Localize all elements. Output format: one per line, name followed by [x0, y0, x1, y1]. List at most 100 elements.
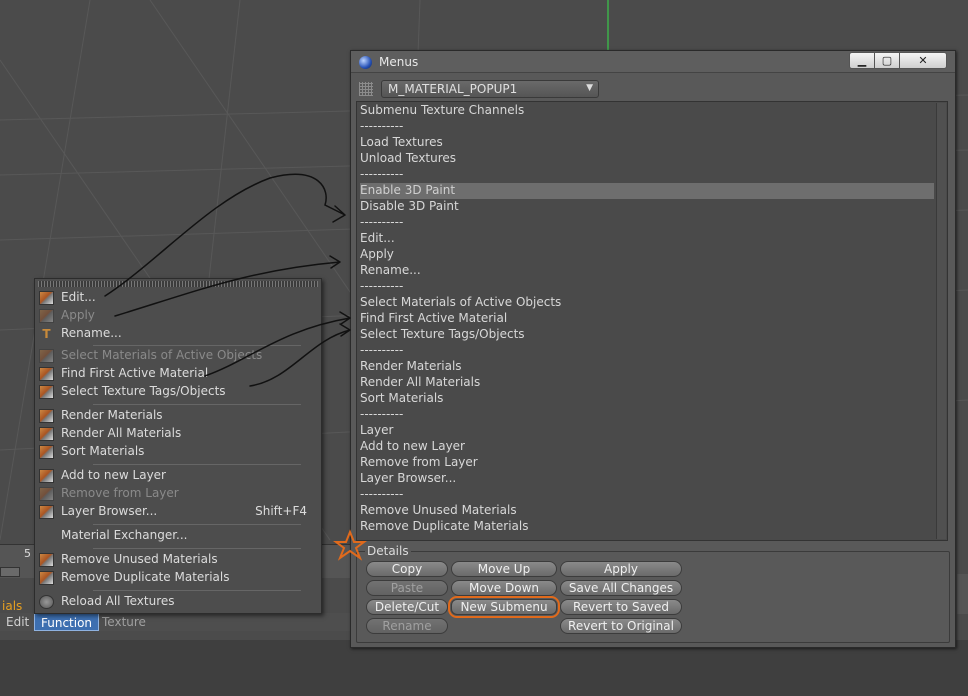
- menu-item-add-layer[interactable]: Add to new Layer: [35, 467, 321, 485]
- grid-icon[interactable]: [359, 82, 373, 96]
- menu-entry[interactable]: Sort Materials: [360, 391, 934, 407]
- function-popup-menu: Edit... Apply T Rename... Select Materia…: [34, 278, 322, 614]
- remove-layer-icon: [39, 487, 54, 501]
- menu-entry[interactable]: Add to new Layer: [360, 439, 934, 455]
- move-down-button[interactable]: Move Down: [451, 580, 557, 596]
- menu-entry[interactable]: ----------: [360, 343, 934, 359]
- select-texture-tags-icon: [39, 385, 54, 399]
- menu-item-remove-unused[interactable]: Remove Unused Materials: [35, 551, 321, 569]
- menu-selector-row: M_MATERIAL_POPUP1 ▼: [355, 79, 951, 99]
- render-materials-icon: [39, 409, 54, 423]
- menu-entry[interactable]: ----------: [360, 487, 934, 503]
- menu-entry[interactable]: Layer: [360, 423, 934, 439]
- revert-to-original-button[interactable]: Revert to Original: [560, 618, 682, 634]
- title-bar[interactable]: Menus ▁ ▢ ✕: [351, 51, 955, 73]
- menu-entry[interactable]: Edit...: [360, 231, 934, 247]
- menu-edit[interactable]: Edit: [0, 613, 35, 631]
- menu-item-select-materials[interactable]: Select Materials of Active Objects: [35, 347, 321, 365]
- reload-textures-icon: [39, 595, 54, 609]
- menu-entry[interactable]: Select Materials of Active Objects: [360, 295, 934, 311]
- menu-item-label: Edit...: [61, 290, 96, 304]
- menu-item-rename[interactable]: T Rename...: [35, 325, 321, 343]
- menu-item-render-all[interactable]: Render All Materials: [35, 425, 321, 443]
- frame-field[interactable]: [0, 567, 20, 577]
- menu-item-sort-materials[interactable]: Sort Materials: [35, 443, 321, 461]
- menu-entry[interactable]: Render All Materials: [360, 375, 934, 391]
- select-materials-icon: [39, 349, 54, 363]
- menu-item-remove-duplicate[interactable]: Remove Duplicate Materials: [35, 569, 321, 587]
- menu-entry[interactable]: Unload Textures: [360, 151, 934, 167]
- window-title: Menus: [379, 55, 419, 69]
- menu-texture[interactable]: Texture: [96, 613, 152, 631]
- menu-item-apply[interactable]: Apply: [35, 307, 321, 325]
- list-scrollbar[interactable]: [936, 103, 946, 539]
- close-button[interactable]: ✕: [899, 52, 947, 69]
- menu-item-label: Render All Materials: [61, 426, 182, 440]
- menu-item-label: Rename...: [61, 326, 122, 340]
- menu-entry[interactable]: Disable 3D Paint: [360, 199, 934, 215]
- menu-entry[interactable]: Remove from Layer: [360, 455, 934, 471]
- menu-item-remove-layer[interactable]: Remove from Layer: [35, 485, 321, 503]
- menu-separator: [93, 548, 301, 549]
- menus-dialog: Menus ▁ ▢ ✕ M_MATERIAL_POPUP1 ▼ Submenu …: [350, 50, 956, 648]
- menu-entry[interactable]: Remove Unused Materials: [360, 503, 934, 519]
- menu-entry[interactable]: Layer Browser...: [360, 471, 934, 487]
- menu-item-render-materials[interactable]: Render Materials: [35, 407, 321, 425]
- rename-button[interactable]: Rename: [366, 618, 448, 634]
- maximize-button[interactable]: ▢: [874, 52, 900, 69]
- menu-separator: [93, 404, 301, 405]
- menu-item-label: Select Texture Tags/Objects: [61, 384, 226, 398]
- minimize-button[interactable]: ▁: [849, 52, 875, 69]
- material-manager-area: [0, 640, 968, 696]
- app-logo-icon: [359, 56, 372, 69]
- paste-button[interactable]: Paste: [366, 580, 448, 596]
- menu-item-edit[interactable]: Edit...: [35, 289, 321, 307]
- menu-entries-list[interactable]: Submenu Texture Channels ---------- Load T…: [356, 101, 948, 541]
- move-up-button[interactable]: Move Up: [451, 561, 557, 577]
- menu-item-layer-browser[interactable]: Layer Browser... Shift+F4: [35, 503, 321, 521]
- menu-item-material-exchanger[interactable]: Material Exchanger...: [35, 527, 321, 545]
- copy-button[interactable]: Copy: [366, 561, 448, 577]
- sort-materials-icon: [39, 445, 54, 459]
- menu-item-label: Apply: [61, 308, 95, 322]
- menu-function[interactable]: Function: [34, 613, 100, 631]
- new-submenu-button[interactable]: New Submenu: [448, 596, 560, 618]
- menu-entry[interactable]: Remove Duplicate Materials: [360, 519, 934, 535]
- material-manager-menubar: ials Edit Function Texture: [0, 599, 350, 631]
- menu-entry[interactable]: Apply: [360, 247, 934, 263]
- menu-separator: [93, 590, 301, 591]
- delete-cut-button[interactable]: Delete/Cut: [366, 599, 448, 615]
- menu-entry[interactable]: ----------: [360, 407, 934, 423]
- details-label: Details: [365, 544, 411, 558]
- menu-item-find-first[interactable]: Find First Active Material: [35, 365, 321, 383]
- menu-entry[interactable]: Submenu Texture Channels: [360, 103, 934, 119]
- material-edit-icon: [39, 291, 54, 305]
- menu-separator: [93, 345, 301, 346]
- menu-entry[interactable]: Load Textures: [360, 135, 934, 151]
- save-all-changes-button[interactable]: Save All Changes: [560, 580, 682, 596]
- menu-entry[interactable]: ----------: [360, 167, 934, 183]
- revert-to-saved-button[interactable]: Revert to Saved: [560, 599, 682, 615]
- menu-item-label: Find First Active Material: [61, 366, 209, 380]
- menu-entry[interactable]: ----------: [360, 279, 934, 295]
- menu-tearoff-grip[interactable]: [38, 281, 318, 287]
- details-group: Details Copy Paste Delete/Cut Rename Mov…: [356, 544, 950, 643]
- menu-item-shortcut: Shift+F4: [255, 504, 307, 518]
- apply-button[interactable]: Apply: [560, 561, 682, 577]
- menu-select-dropdown[interactable]: M_MATERIAL_POPUP1 ▼: [381, 80, 599, 98]
- menu-entry[interactable]: ----------: [360, 215, 934, 231]
- right-panel-edge: [957, 574, 968, 614]
- menu-entry[interactable]: Find First Active Material: [360, 311, 934, 327]
- remove-unused-icon: [39, 553, 54, 567]
- menu-entry[interactable]: Select Texture Tags/Objects: [360, 327, 934, 343]
- menu-item-reload-textures[interactable]: Reload All Textures: [35, 593, 321, 611]
- menu-entry[interactable]: ----------: [360, 119, 934, 135]
- menu-item-select-texture-tags[interactable]: Select Texture Tags/Objects: [35, 383, 321, 401]
- menu-item-label: Reload All Textures: [61, 594, 175, 608]
- remove-duplicate-icon: [39, 571, 54, 585]
- material-apply-icon: [39, 309, 54, 323]
- menu-entry[interactable]: Render Materials: [360, 359, 934, 375]
- menu-entry[interactable]: Enable 3D Paint: [360, 183, 934, 199]
- menu-entry[interactable]: Rename...: [360, 263, 934, 279]
- menu-item-label: Remove Unused Materials: [61, 552, 218, 566]
